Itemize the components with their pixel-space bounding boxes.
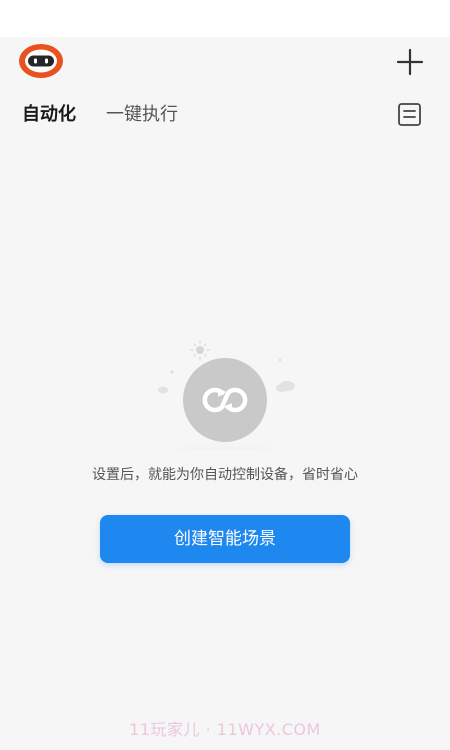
status-bar: [0, 0, 450, 37]
tab-bar: 自动化 一键执行: [22, 100, 178, 130]
add-button[interactable]: [394, 46, 426, 78]
robot-avatar-icon[interactable]: [18, 42, 64, 80]
log-button[interactable]: [395, 100, 425, 130]
plus-icon: [396, 48, 424, 76]
watermark: 11玩家儿 · 11WYX.COM: [129, 720, 321, 739]
create-smart-scene-button[interactable]: 创建智能场景: [100, 515, 350, 563]
tab-one-click[interactable]: 一键执行: [106, 100, 178, 130]
loop-cloud-illustration-icon: [130, 330, 320, 484]
log-list-icon: [398, 103, 421, 126]
empty-state-message: 设置后，就能为你自动控制设备，省时省心: [92, 467, 358, 483]
app-screen: 自动化 一键执行 设置后，就能为你自动控制设备，省时省心 创建智能场景 11玩家…: [0, 0, 450, 750]
tab-automation[interactable]: 自动化: [22, 100, 76, 130]
